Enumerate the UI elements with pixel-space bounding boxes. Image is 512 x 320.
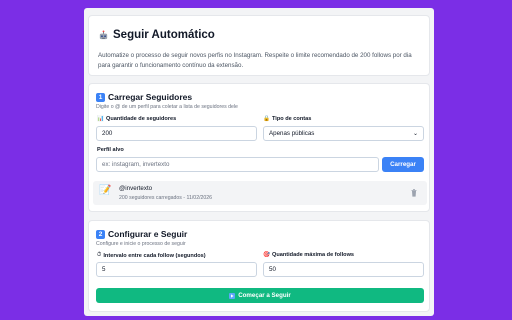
target-icon: 🎯 [263, 252, 270, 258]
profile-handle: @invertexto [119, 185, 153, 192]
page-title-row: Seguir Automático [98, 29, 215, 41]
extension-panel: Seguir Automático Automatize o processo … [84, 8, 434, 316]
memo-icon: 📝 [99, 185, 112, 196]
max-follows-label-text: Quantidade máxima de follows [271, 252, 355, 258]
timer-icon: ⏱ [97, 252, 102, 258]
section-subtitle-load: Digite o @ de um perfil para coletar a l… [96, 104, 238, 110]
max-follows-input[interactable]: 50 [263, 262, 424, 277]
start-following-label: Começar a Seguir [238, 292, 291, 299]
play-icon [229, 292, 236, 299]
quantity-label: 📊 Quantidade de seguidores [97, 116, 176, 122]
quantity-input[interactable]: 200 [96, 126, 257, 141]
account-type-select[interactable]: Apenas públicas ⌄ [263, 126, 424, 141]
load-followers-section: 1 Carregar Seguidores Digite o @ de um p… [88, 83, 430, 212]
lock-icon: 🔒 [263, 116, 270, 122]
account-type-value: Apenas públicas [269, 130, 315, 137]
section-subtitle-configure: Configure e inicie o processo de seguir [96, 241, 186, 247]
max-follows-label: 🎯 Quantidade máxima de follows [263, 252, 354, 258]
quantity-label-text: Quantidade de seguidores [105, 116, 177, 122]
step-one-badge: 1 [96, 92, 105, 102]
configure-follow-section: 2 Configurar e Seguir Configure e inicie… [88, 220, 430, 312]
trash-icon[interactable] [411, 189, 417, 197]
start-following-button[interactable]: Começar a Seguir [96, 288, 424, 303]
load-button[interactable]: Carregar [382, 157, 424, 172]
section-title-load-text: Carregar Seguidores [108, 92, 193, 102]
profile-label: Perfil alvo [97, 147, 124, 153]
step-two-badge: 2 [96, 229, 105, 239]
section-title-configure: 2 Configurar e Seguir [96, 229, 187, 239]
header-card: Seguir Automático Automatize o processo … [88, 15, 430, 76]
interval-label: ⏱ Intervalo entre cada follow (segundos) [97, 252, 206, 259]
robot-icon [99, 29, 108, 39]
interval-input[interactable]: 5 [96, 262, 257, 277]
loaded-profile-item: 📝 @invertexto 200 seguidores carregados … [93, 181, 427, 205]
interval-label-text: Intervalo entre cada follow (segundos) [103, 252, 206, 259]
section-title-load: 1 Carregar Seguidores [96, 92, 192, 102]
account-type-label: 🔒 Tipo de contas [263, 116, 311, 122]
account-type-label-text: Tipo de contas [271, 116, 312, 122]
page-description: Automatize o processo de seguir novos pe… [98, 52, 412, 69]
chart-icon: 📊 [97, 116, 104, 122]
chevron-down-icon: ⌄ [412, 131, 418, 137]
section-title-configure-text: Configurar e Seguir [108, 229, 188, 239]
profile-meta: 200 seguidores carregados - 11/02/2026 [119, 195, 213, 201]
profile-input[interactable]: ex: instagram, invertexto [96, 157, 379, 172]
page-title: Seguir Automático [113, 29, 215, 41]
